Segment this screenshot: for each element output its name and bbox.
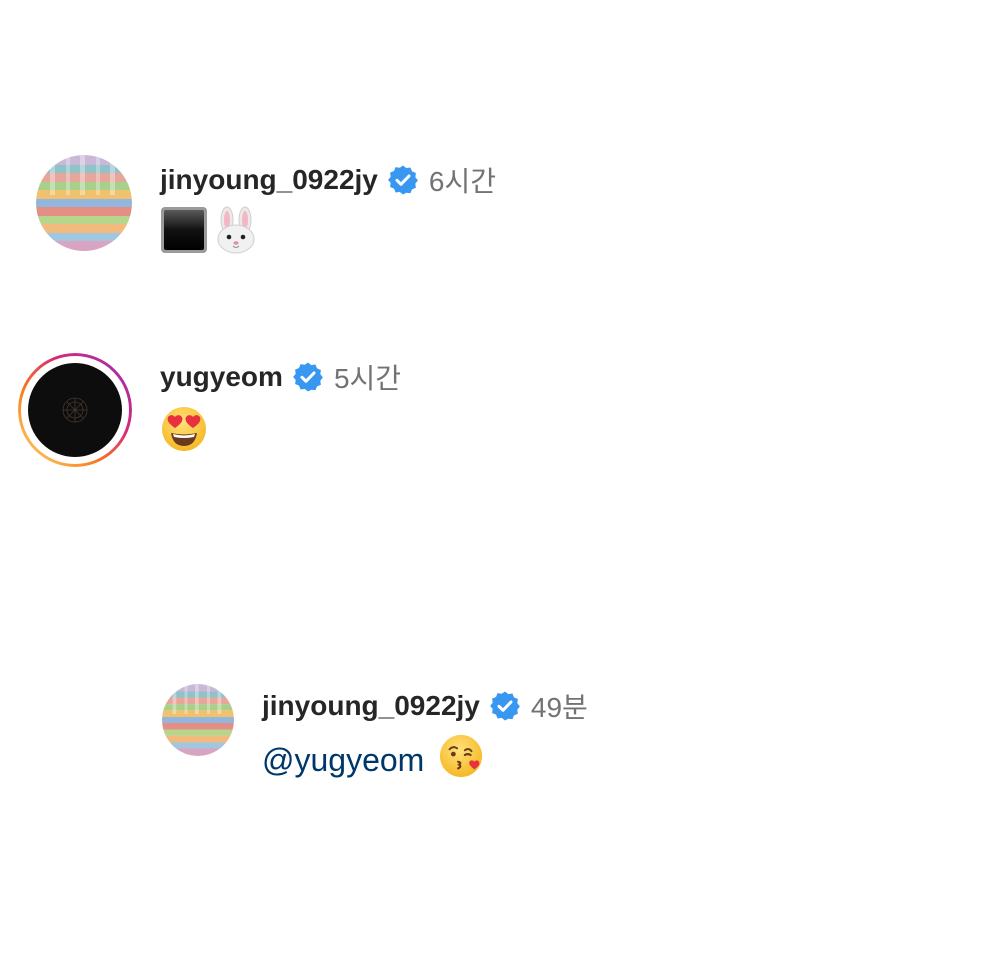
user-avatar[interactable] — [162, 684, 234, 756]
comment-header: yugyeom 5시간 — [160, 357, 401, 397]
username[interactable]: jinyoung_0922jy — [160, 164, 378, 196]
verified-badge-icon — [489, 690, 521, 722]
timestamp: 5시간 — [333, 363, 402, 394]
timestamp: 49분 — [530, 692, 588, 723]
user-mention-link[interactable]: @yugyeom — [262, 742, 424, 779]
striped-knit-avatar-icon — [162, 684, 234, 756]
timestamp: 6시간 — [428, 166, 496, 197]
user-avatar[interactable] — [18, 353, 132, 467]
comment-body — [160, 206, 258, 259]
black-circle-avatar-icon — [18, 353, 132, 467]
verified-badge-icon — [292, 361, 324, 393]
kissing-heart-emoji-icon — [438, 733, 484, 787]
username[interactable]: yugyeom — [160, 361, 283, 393]
striped-knit-avatar-icon — [36, 155, 132, 251]
comment-body: @yugyeom — [262, 734, 484, 783]
comment-header: jinyoung_0922jy 6시간 — [160, 160, 496, 200]
username[interactable]: jinyoung_0922jy — [262, 690, 480, 722]
user-avatar[interactable] — [36, 155, 132, 251]
heart-eyes-emoji-icon — [160, 405, 208, 458]
verified-badge-icon — [387, 164, 419, 196]
rabbit-face-emoji-icon — [214, 206, 258, 259]
comment-body — [160, 406, 208, 456]
comment-header: jinyoung_0922jy 49분 — [262, 686, 588, 726]
black-square-emoji-icon — [160, 206, 208, 259]
